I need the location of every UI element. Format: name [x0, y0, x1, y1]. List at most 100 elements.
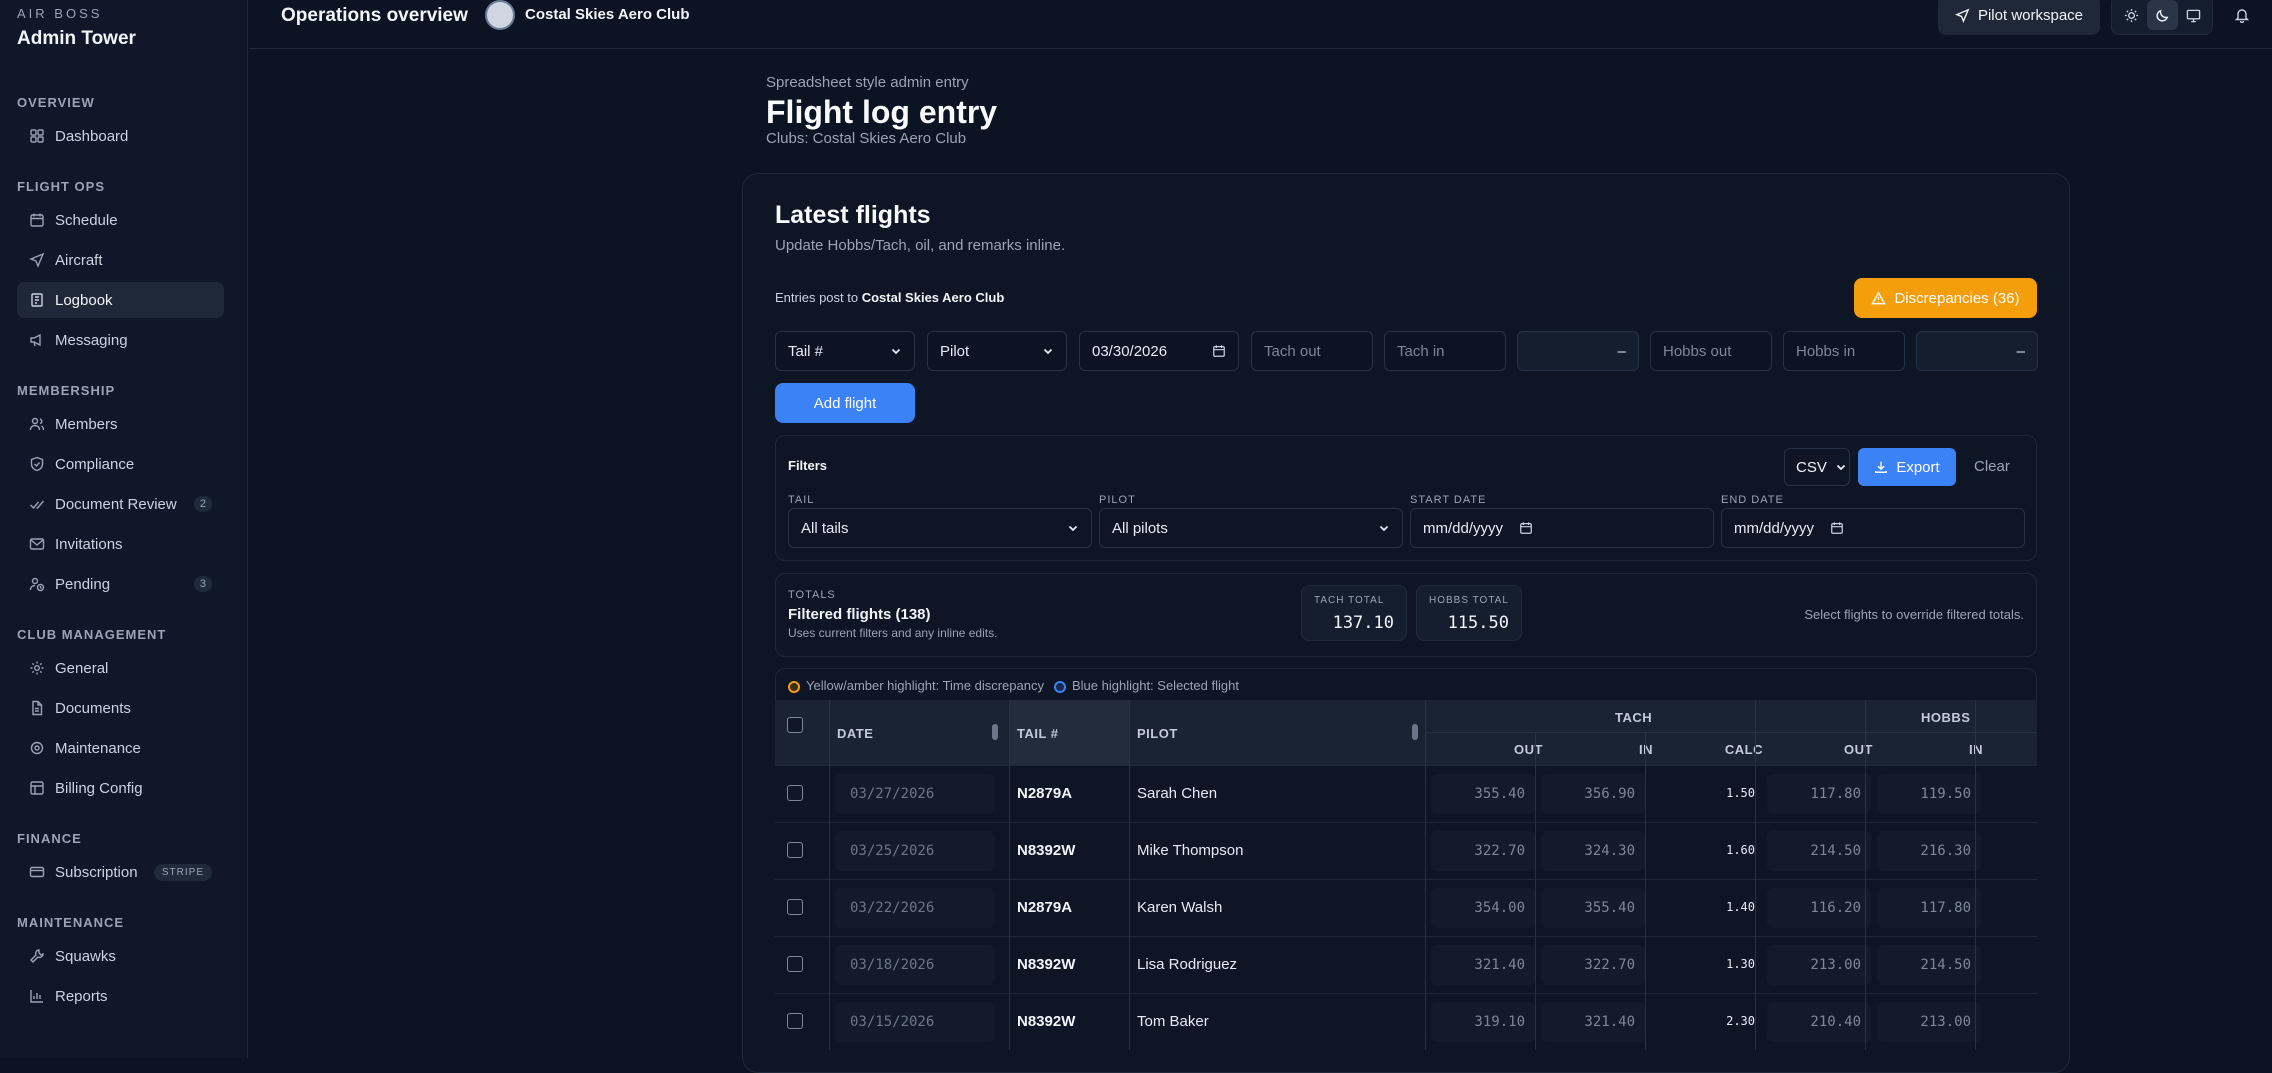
row-checkbox[interactable] [787, 1013, 803, 1029]
sidebar-item-documents[interactable]: Documents [17, 690, 224, 726]
count-badge: 2 [193, 496, 212, 512]
sidebar-item-aircraft[interactable]: Aircraft [17, 242, 224, 278]
tach-in-cell[interactable]: 355.40 [1541, 888, 1645, 928]
brand-tagline: AIR BOSS [17, 6, 103, 21]
date-header[interactable]: DATE [837, 726, 873, 741]
hobbs-out-input[interactable]: Hobbs out [1650, 331, 1772, 371]
pilot-workspace-button[interactable]: Pilot workspace [1938, 0, 2100, 35]
calendar-icon [1520, 522, 1532, 534]
club-name[interactable]: Costal Skies Aero Club [525, 6, 690, 23]
tach-total-value: 137.10 [1332, 613, 1394, 633]
tach-in-cell[interactable]: 356.90 [1541, 774, 1645, 814]
pilot-filter-select[interactable]: All pilots [1099, 508, 1403, 548]
sidebar-item-dashboard[interactable]: Dashboard [17, 118, 224, 154]
sidebar-item-pending[interactable]: Pending 3 [17, 566, 224, 602]
sidebar-item-document-review[interactable]: Document Review 2 [17, 486, 224, 522]
sidebar-item-invitations[interactable]: Invitations [17, 526, 224, 562]
light-theme-button[interactable] [2116, 0, 2147, 30]
tach-out-cell[interactable]: 319.10 [1431, 1002, 1535, 1042]
tach-in-cell[interactable]: 321.40 [1541, 1002, 1645, 1042]
pilot-header[interactable]: PILOT [1137, 726, 1178, 741]
sidebar-item-members[interactable]: Members [17, 406, 224, 442]
tach-calc-field: – [1517, 331, 1639, 371]
hobbs-in-input[interactable]: Hobbs in [1783, 331, 1905, 371]
pilot-cell: Tom Baker [1137, 1013, 1209, 1030]
end-date-input[interactable]: mm/dd/yyyy [1721, 508, 2025, 548]
section-club-management: CLUB MANAGEMENT [17, 627, 167, 642]
sidebar-item-maintenance[interactable]: Maintenance [17, 730, 224, 766]
tach-out-cell[interactable]: 321.40 [1431, 945, 1535, 985]
hobbs-in-cell[interactable]: 213.00 [1877, 1002, 1981, 1042]
pilot-select[interactable]: Pilot [927, 331, 1067, 371]
date-cell[interactable]: 03/18/2026 [835, 945, 995, 985]
sidebar-item-reports[interactable]: Reports [17, 978, 224, 1014]
chevron-down-icon [1068, 525, 1078, 532]
hobbs-in-cell[interactable]: 214.50 [1877, 945, 1981, 985]
row-checkbox[interactable] [787, 899, 803, 915]
hobbs-out-cell[interactable]: 214.50 [1767, 831, 1871, 871]
row-checkbox[interactable] [787, 956, 803, 972]
hobbs-in-cell[interactable]: 117.80 [1877, 888, 1981, 928]
totals-heading: Filtered flights (138) [788, 606, 931, 623]
megaphone-icon [30, 333, 41, 347]
sidebar-item-billing-config[interactable]: Billing Config [17, 770, 224, 806]
date-resize-handle[interactable] [992, 724, 998, 740]
notifications-button[interactable] [2234, 7, 2250, 28]
hobbs-out-cell[interactable]: 210.40 [1767, 1002, 1871, 1042]
discrepancies-button[interactable]: Discrepancies (36) [1854, 278, 2037, 318]
sidebar-item-label: Members [55, 415, 118, 433]
hobbs-in-cell[interactable]: 216.30 [1877, 831, 1981, 871]
sidebar-item-compliance[interactable]: Compliance [17, 446, 224, 482]
totals-note: Uses current filters and any inline edit… [788, 626, 998, 640]
logbook-icon [31, 293, 43, 307]
pilot-cell: Karen Walsh [1137, 899, 1223, 916]
tail-filter-value: All tails [801, 519, 849, 537]
hobbs-out-cell[interactable]: 116.20 [1767, 888, 1871, 928]
hobbs-out-cell[interactable]: 213.00 [1767, 945, 1871, 985]
system-theme-button[interactable] [2178, 0, 2209, 30]
club-logo[interactable] [485, 0, 515, 30]
hobbs-out-cell[interactable]: 117.80 [1767, 774, 1871, 814]
clear-filters-button[interactable]: Clear [1974, 458, 2010, 475]
pilot-resize-handle[interactable] [1412, 724, 1418, 740]
tail-select[interactable]: Tail # [775, 331, 915, 371]
end-date-label: END DATE [1721, 494, 1784, 506]
export-button[interactable]: Export [1858, 448, 1956, 486]
tach-in-cell[interactable]: 322.70 [1541, 945, 1645, 985]
section-membership: MEMBERSHIP [17, 383, 116, 398]
add-flight-button[interactable]: Add flight [775, 383, 915, 423]
date-cell[interactable]: 03/25/2026 [835, 831, 995, 871]
select-all-checkbox[interactable] [787, 717, 803, 733]
sidebar-item-subscription[interactable]: Subscription STRIPE [17, 854, 224, 890]
row-checkbox[interactable] [787, 842, 803, 858]
chevron-down-icon [1379, 525, 1389, 532]
tach-in-cell[interactable]: 324.30 [1541, 831, 1645, 871]
post-prefix: Entries post to [775, 290, 862, 305]
start-date-input[interactable]: mm/dd/yyyy [1410, 508, 1714, 548]
tach-out-input[interactable]: Tach out [1251, 331, 1373, 371]
tach-out-cell[interactable]: 355.40 [1431, 774, 1535, 814]
hobbs-total-label: HOBBS TOTAL [1429, 595, 1509, 606]
dark-theme-button[interactable] [2147, 0, 2178, 30]
date-cell[interactable]: 03/22/2026 [835, 888, 995, 928]
sidebar-item-schedule[interactable]: Schedule [17, 202, 224, 238]
hobbs-in-cell[interactable]: 119.50 [1877, 774, 1981, 814]
tail-filter-select[interactable]: All tails [788, 508, 1092, 548]
page-clubs: Clubs: Costal Skies Aero Club [766, 130, 967, 147]
flight-date-input[interactable]: 03/30/2026 [1079, 331, 1239, 371]
export-format-select[interactable]: CSV [1784, 448, 1850, 486]
sidebar-item-general[interactable]: General [17, 650, 224, 686]
row-checkbox[interactable] [787, 785, 803, 801]
date-cell[interactable]: 03/27/2026 [835, 774, 995, 814]
sidebar-item-logbook[interactable]: Logbook [17, 282, 224, 318]
sidebar-item-messaging[interactable]: Messaging [17, 322, 224, 358]
date-cell[interactable]: 03/15/2026 [835, 1002, 995, 1042]
table-row: 03/18/2026 N8392W Lisa Rodriguez 321.40 322.… [775, 936, 2037, 993]
warning-icon [1871, 290, 1887, 304]
tach-out-cell[interactable]: 322.70 [1431, 831, 1535, 871]
sidebar-item-squawks[interactable]: Squawks [17, 938, 224, 974]
tail-header[interactable]: TAIL # [1017, 726, 1059, 741]
sidebar-item-label: Document Review [55, 495, 177, 513]
tach-out-cell[interactable]: 354.00 [1431, 888, 1535, 928]
tach-in-input[interactable]: Tach in [1384, 331, 1506, 371]
